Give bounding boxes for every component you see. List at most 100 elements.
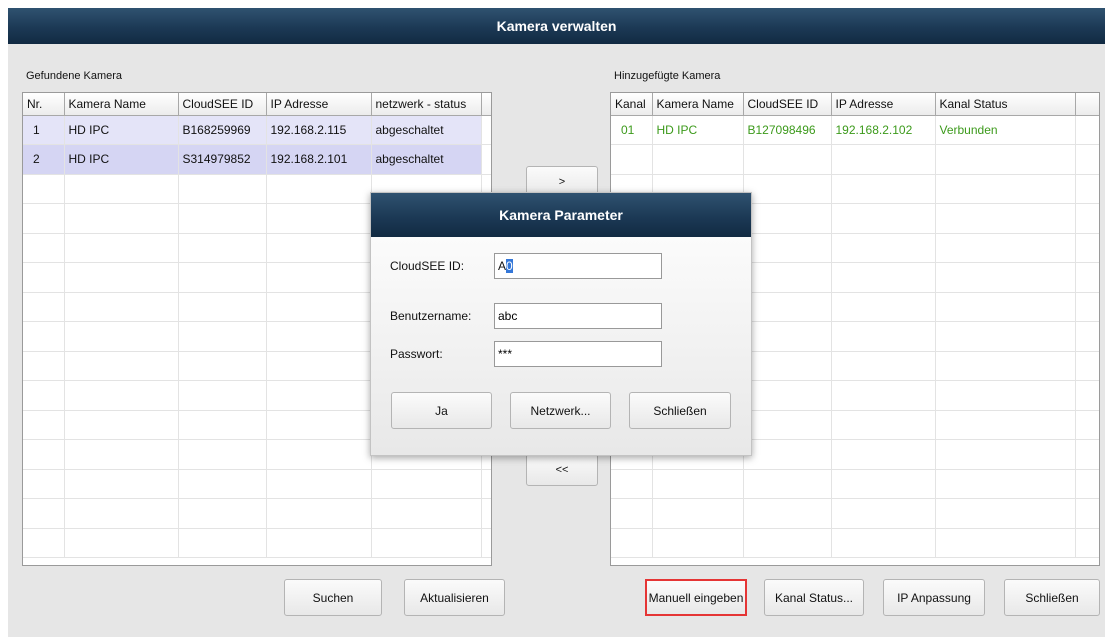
table-cell (743, 410, 832, 440)
table-cell-empty (1075, 469, 1099, 499)
table-cell-empty (1075, 498, 1099, 529)
table-cell (266, 469, 372, 499)
table-cell (23, 174, 65, 204)
table-cell (743, 174, 832, 204)
table-cell (831, 469, 936, 499)
table-cell (266, 351, 372, 381)
table-cell (266, 439, 372, 470)
column-header[interactable]: Kamera Name (652, 93, 744, 116)
table-cell (178, 380, 267, 411)
manual-entry-button[interactable]: Manuell eingeben (645, 579, 747, 616)
table-cell (935, 233, 1076, 263)
table-cell (743, 528, 832, 558)
table-cell: B168259969 (178, 115, 267, 145)
table-cell: 192.168.2.102 (831, 115, 936, 145)
table-cell (23, 262, 65, 293)
table-cell (831, 321, 936, 352)
table-cell-empty (1075, 262, 1099, 293)
search-button[interactable]: Suchen (284, 579, 382, 616)
table-row[interactable]: 2 HD IPC S314979852 192.168.2.101 abgeschalt… (23, 144, 491, 175)
channel-status-button[interactable]: Kanal Status... (764, 579, 864, 616)
cloudsee-id-label: CloudSEE ID: (390, 259, 465, 273)
table-cell (743, 469, 832, 499)
column-header[interactable]: Kanal (611, 93, 653, 116)
table-cell (23, 203, 65, 234)
table-cell (935, 262, 1076, 293)
table-cell (266, 292, 372, 322)
dialog-close-button[interactable]: Schließen (629, 392, 731, 429)
table-cell (935, 292, 1076, 322)
remove-camera-button[interactable]: << (526, 454, 598, 486)
cloudsee-id-input[interactable]: A0 (494, 253, 662, 279)
column-header[interactable]: CloudSEE ID (743, 93, 832, 116)
close-button[interactable]: Schließen (1004, 579, 1100, 616)
table-cell (935, 144, 1076, 175)
added-cameras-label: Hinzugefügte Kamera (614, 70, 721, 82)
table-cell (743, 351, 832, 381)
table-cell (611, 528, 653, 558)
column-header[interactable]: IP Adresse (266, 93, 372, 116)
table-header-row: Nr. Kamera Name CloudSEE ID IP Adresse n… (23, 93, 491, 116)
table-cell-empty (1075, 528, 1099, 558)
table-cell (64, 439, 179, 470)
table-row (611, 469, 1099, 499)
table-cell: 192.168.2.101 (266, 144, 372, 175)
table-cell (652, 144, 744, 175)
column-header[interactable]: IP Adresse (831, 93, 936, 116)
table-cell (831, 262, 936, 293)
table-cell (64, 528, 179, 558)
table-cell (611, 498, 653, 529)
table-cell (652, 469, 744, 499)
table-cell (371, 498, 482, 529)
network-button[interactable]: Netzwerk... (510, 392, 611, 429)
table-cell: abgeschaltet (371, 115, 482, 145)
column-header[interactable]: CloudSEE ID (178, 93, 267, 116)
table-cell (64, 498, 179, 529)
refresh-button[interactable]: Aktualisieren (404, 579, 505, 616)
table-cell (831, 498, 936, 529)
table-cell (935, 351, 1076, 381)
table-cell (178, 439, 267, 470)
table-cell-empty (1075, 321, 1099, 352)
table-cell-empty (481, 469, 491, 499)
table-cell (652, 528, 744, 558)
table-row (23, 469, 491, 499)
table-cell: abgeschaltet (371, 144, 482, 175)
table-cell-empty (1075, 292, 1099, 322)
table-cell (935, 203, 1076, 234)
table-row (23, 528, 491, 558)
column-header[interactable]: Nr. (23, 93, 65, 116)
table-cell (23, 439, 65, 470)
table-cell (64, 469, 179, 499)
table-cell (831, 410, 936, 440)
table-cell (178, 528, 267, 558)
ip-adjust-button[interactable]: IP Anpassung (883, 579, 985, 616)
table-row[interactable]: 1 HD IPC B168259969 192.168.2.115 abgeschalt… (23, 115, 491, 145)
table-cell (652, 498, 744, 529)
column-header[interactable]: Kanal Status (935, 93, 1076, 116)
table-cell-empty (1075, 380, 1099, 411)
table-cell (64, 321, 179, 352)
table-cell (743, 262, 832, 293)
table-cell (178, 469, 267, 499)
table-row[interactable]: 01 HD IPC B127098496 192.168.2.102 Verbunden (611, 115, 1099, 145)
username-input[interactable] (494, 303, 662, 329)
table-cell-empty (481, 498, 491, 529)
ok-button[interactable]: Ja (391, 392, 492, 429)
table-cell (935, 469, 1076, 499)
table-cell: B127098496 (743, 115, 832, 145)
table-cell (178, 410, 267, 440)
table-cell (178, 262, 267, 293)
table-row (611, 498, 1099, 529)
camera-parameter-dialog: Kamera Parameter CloudSEE ID: A0 Benutze… (370, 192, 752, 456)
column-header-empty (1075, 93, 1099, 116)
table-header-row: Kanal Kamera Name CloudSEE ID IP Adresse… (611, 93, 1099, 116)
table-cell: HD IPC (64, 115, 179, 145)
table-cell (743, 292, 832, 322)
column-header[interactable]: Kamera Name (64, 93, 179, 116)
found-cameras-label: Gefundene Kamera (26, 70, 123, 82)
password-label: Passwort: (390, 347, 443, 361)
table-cell (23, 498, 65, 529)
password-input[interactable] (494, 341, 662, 367)
column-header[interactable]: netzwerk - status (371, 93, 482, 116)
